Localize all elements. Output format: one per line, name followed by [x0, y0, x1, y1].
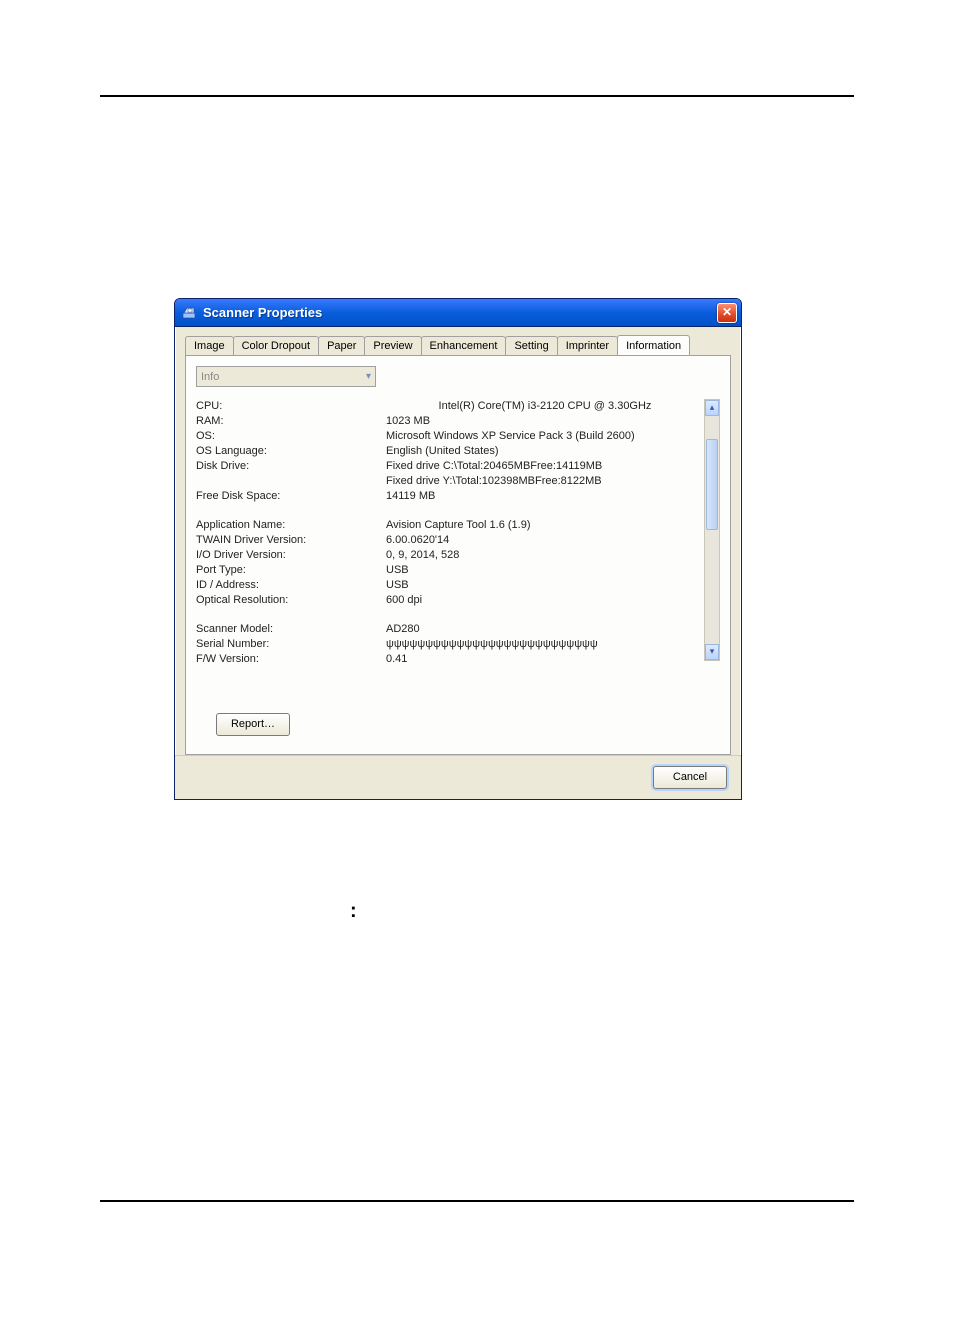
- value-os: Microsoft Windows XP Service Pack 3 (Bui…: [386, 429, 704, 444]
- spacer-1: [196, 504, 704, 518]
- tab-paper[interactable]: Paper: [318, 336, 365, 356]
- value-app: Avision Capture Tool 1.6 (1.9): [386, 518, 704, 533]
- value-oslang: English (United States): [386, 444, 704, 459]
- tab-strip: Image Color Dropout Paper Preview Enhanc…: [175, 327, 741, 355]
- value-model: AD280: [386, 622, 704, 637]
- tab-enhancement[interactable]: Enhancement: [421, 336, 507, 356]
- info-dropdown[interactable]: Info ▾: [196, 366, 376, 387]
- header-rule: [100, 95, 854, 97]
- row-ram: RAM: 1023 MB: [196, 414, 704, 429]
- label-oslang: OS Language:: [196, 444, 386, 459]
- value-free: 14119 MB: [386, 489, 704, 504]
- row-serial: Serial Number: ψψψψψψψψψψψψψψψψψψψψψψψψψ…: [196, 637, 704, 652]
- label-serial: Serial Number:: [196, 637, 386, 652]
- tab-information[interactable]: Information: [617, 335, 690, 355]
- tab-setting[interactable]: Setting: [505, 336, 557, 356]
- label-ram: RAM:: [196, 414, 386, 429]
- label-cpu: CPU:: [196, 399, 386, 414]
- row-oslang: OS Language: English (United States): [196, 444, 704, 459]
- dialog-bottom-bar: Cancel: [175, 755, 741, 799]
- footer-rule: [100, 1200, 854, 1202]
- label-idaddr: ID / Address:: [196, 578, 386, 593]
- value-idaddr: USB: [386, 578, 704, 593]
- label-port: Port Type:: [196, 563, 386, 578]
- row-disk: Disk Drive: Fixed drive C:\Total:20465MB…: [196, 459, 704, 474]
- value-cpu: Intel(R) Core(TM) i3-2120 CPU @ 3.30GHz: [386, 399, 704, 414]
- label-app: Application Name:: [196, 518, 386, 533]
- scroll-up-icon[interactable]: ▴: [705, 400, 719, 416]
- value-serial: ψψψψψψψψψψψψψψψψψψψψψψψψψψψ: [386, 637, 704, 652]
- label-io: I/O Driver Version:: [196, 548, 386, 563]
- scanner-properties-dialog: Scanner Properties ✕ Image Color Dropout…: [174, 298, 742, 800]
- tab-preview[interactable]: Preview: [364, 336, 421, 356]
- row-app: Application Name: Avision Capture Tool 1…: [196, 518, 704, 533]
- scroll-thumb[interactable]: [706, 439, 718, 530]
- row-cpu: CPU: Intel(R) Core(TM) i3-2120 CPU @ 3.3…: [196, 399, 704, 414]
- value-io: 0, 9, 2014, 528: [386, 548, 704, 563]
- information-panel: Info ▾ CPU: Intel(R) Core(TM) i3-2120 CP…: [185, 355, 731, 755]
- row-io: I/O Driver Version: 0, 9, 2014, 528: [196, 548, 704, 563]
- scroll-down-icon[interactable]: ▾: [705, 644, 719, 660]
- value-ram: 1023 MB: [386, 414, 704, 429]
- titlebar: Scanner Properties ✕: [175, 299, 741, 327]
- value-port: USB: [386, 563, 704, 578]
- value-opt: 600 dpi: [386, 593, 704, 608]
- value-fw: 0.41: [386, 652, 704, 667]
- row-model: Scanner Model: AD280: [196, 622, 704, 637]
- scanner-icon: [181, 305, 197, 321]
- label-twain: TWAIN Driver Version:: [196, 533, 386, 548]
- label-opt: Optical Resolution:: [196, 593, 386, 608]
- tab-imprinter[interactable]: Imprinter: [557, 336, 618, 356]
- row-disk2: Fixed drive Y:\Total:102398MBFree:8122MB: [196, 474, 704, 489]
- spacer-2: [196, 608, 704, 622]
- row-port: Port Type: USB: [196, 563, 704, 578]
- value-disk: Fixed drive C:\Total:20465MBFree:14119MB: [386, 459, 704, 474]
- label-os: OS:: [196, 429, 386, 444]
- report-button[interactable]: Report…: [216, 713, 290, 736]
- scroll-track[interactable]: [705, 416, 719, 644]
- value-twain: 6.00.0620'14: [386, 533, 704, 548]
- page-colon: :: [350, 900, 357, 923]
- chevron-down-icon: ▾: [366, 371, 371, 382]
- dialog-title: Scanner Properties: [203, 305, 717, 320]
- cancel-button[interactable]: Cancel: [653, 766, 727, 789]
- row-fw: F/W Version: 0.41: [196, 652, 704, 667]
- close-button[interactable]: ✕: [717, 303, 737, 323]
- row-twain: TWAIN Driver Version: 6.00.0620'14: [196, 533, 704, 548]
- info-dropdown-label: Info: [201, 371, 219, 383]
- info-scrollbar[interactable]: ▴ ▾: [704, 399, 720, 661]
- row-free: Free Disk Space: 14119 MB: [196, 489, 704, 504]
- label-disk2: [196, 474, 386, 489]
- label-fw: F/W Version:: [196, 652, 386, 667]
- row-opt: Optical Resolution: 600 dpi: [196, 593, 704, 608]
- row-idaddr: ID / Address: USB: [196, 578, 704, 593]
- tab-image[interactable]: Image: [185, 336, 234, 356]
- info-list: CPU: Intel(R) Core(TM) i3-2120 CPU @ 3.3…: [196, 399, 720, 661]
- label-free: Free Disk Space:: [196, 489, 386, 504]
- value-disk2: Fixed drive Y:\Total:102398MBFree:8122MB: [386, 474, 704, 489]
- label-model: Scanner Model:: [196, 622, 386, 637]
- row-os: OS: Microsoft Windows XP Service Pack 3 …: [196, 429, 704, 444]
- label-disk: Disk Drive:: [196, 459, 386, 474]
- tab-color-dropout[interactable]: Color Dropout: [233, 336, 319, 356]
